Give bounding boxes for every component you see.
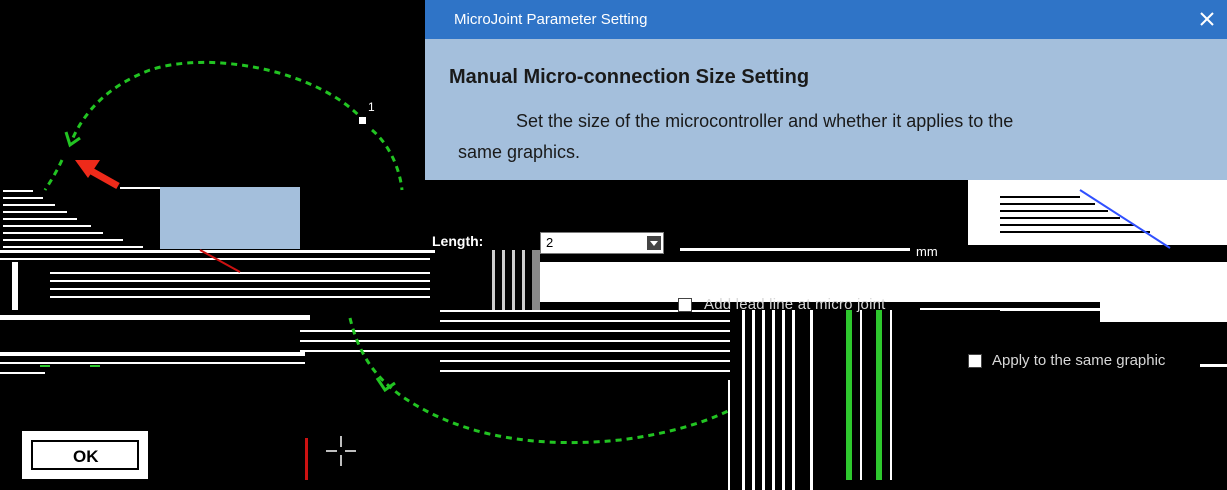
tooltip-body-line1: Set the size of the microcontroller and … xyxy=(516,111,1014,131)
crosshair-cursor-icon xyxy=(326,436,356,466)
tooltip-body: Set the size of the microcontroller and … xyxy=(458,106,1207,168)
tooltip-titlebar: MicroJoint Parameter Setting xyxy=(425,0,1227,39)
path-arc-left xyxy=(43,159,64,191)
apply-same-graphic-label[interactable]: Apply to the same graphic xyxy=(992,352,1165,369)
tooltip-heading: Manual Micro-connection Size Setting xyxy=(449,66,810,88)
path-arc-top xyxy=(70,60,367,141)
glitch-area-right xyxy=(968,180,1227,245)
tooltip-body-line2: same graphics. xyxy=(458,142,581,162)
point-number-label: 1 xyxy=(368,100,375,114)
glitch-block xyxy=(160,187,300,249)
length-input[interactable]: 2 xyxy=(540,232,664,254)
length-value: 2 xyxy=(546,235,554,250)
red-arrow-icon xyxy=(75,160,120,190)
help-tooltip: MicroJoint Parameter Setting Manual Micr… xyxy=(425,0,1227,180)
ok-button[interactable]: OK xyxy=(22,431,148,479)
tooltip-title: MicroJoint Parameter Setting xyxy=(454,11,648,28)
unit-label: mm xyxy=(916,244,938,259)
lead-line-checkbox[interactable] xyxy=(678,298,692,312)
start-point-marker xyxy=(359,117,366,124)
path-arc-bottom xyxy=(348,317,731,445)
path-arc-right xyxy=(371,128,404,191)
length-label: Length: xyxy=(432,233,484,249)
chevron-down-icon[interactable] xyxy=(647,236,661,250)
path-arrowhead-bottom xyxy=(375,377,396,393)
close-icon[interactable] xyxy=(1197,7,1217,31)
path-arrowhead-left xyxy=(64,131,81,148)
ok-button-focus-ring: OK xyxy=(31,440,139,470)
apply-same-graphic-checkbox[interactable] xyxy=(968,354,982,368)
ok-label: OK xyxy=(73,447,99,466)
lead-line-label[interactable]: Add lead line at micro joint xyxy=(704,296,886,313)
